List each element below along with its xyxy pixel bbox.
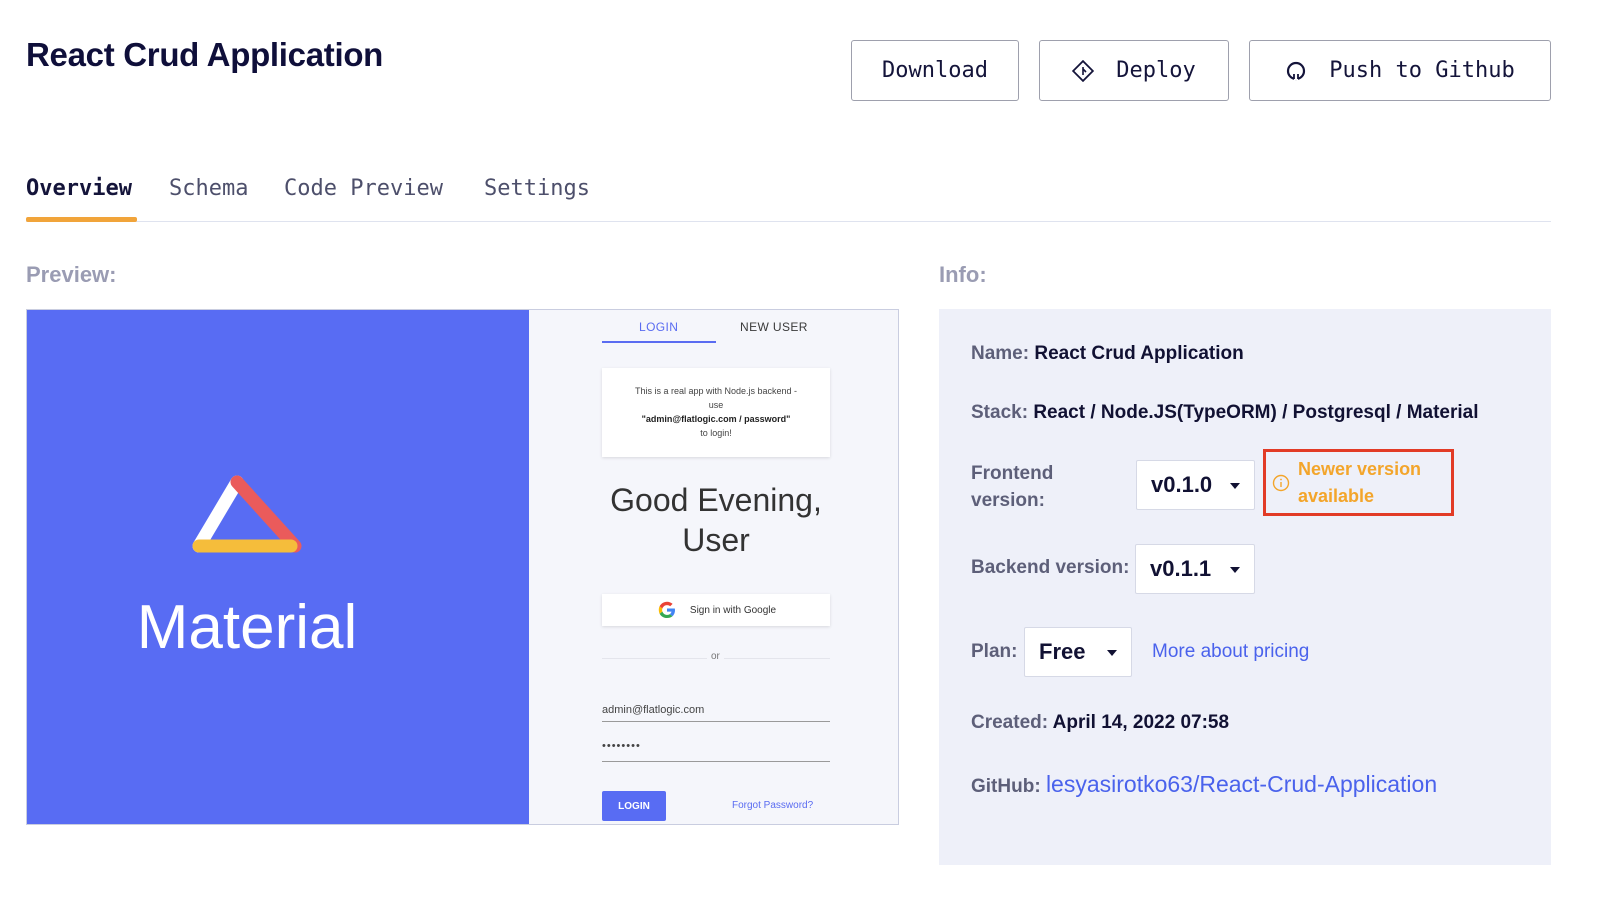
stack-value: React / Node.JS(TypeORM) / Postgresql / … (1033, 402, 1479, 423)
note-line: This is a real app with Node.js backend … (634, 386, 798, 396)
newer-version-text: Newer version available (1298, 456, 1421, 510)
chevron-down-icon (1107, 650, 1117, 656)
material-logo-icon (192, 475, 302, 553)
github-icon (1285, 60, 1307, 82)
download-label: Download (882, 58, 988, 83)
created-row: Created: April 14, 2022 07:58 (971, 712, 1229, 734)
preview-image: Material LOGIN NEW USER This is a real a… (26, 309, 899, 825)
frontend-version-value: v0.1.0 (1151, 472, 1213, 497)
github-label: GitHub: (971, 776, 1041, 797)
name-row: Name: React Crud Application (971, 343, 1244, 365)
preview-tab-new-user: NEW USER (740, 320, 808, 334)
chevron-down-icon (1230, 483, 1240, 489)
pricing-link[interactable]: More about pricing (1152, 641, 1309, 663)
plan-label: Plan: (971, 641, 1018, 662)
tab-settings[interactable]: Settings (484, 176, 590, 201)
note-line: to login! (700, 428, 732, 438)
preview-greeting: Good Evening, User (602, 480, 830, 560)
info-panel: Name: React Crud Application Stack: Reac… (939, 309, 1551, 865)
stack-label: Stack: (971, 402, 1029, 423)
info-heading: Info: (939, 262, 987, 287)
chevron-down-icon (1230, 567, 1240, 573)
active-tab-indicator (26, 217, 137, 222)
backend-label: Backend version: (971, 557, 1130, 578)
preview-tab-indicator (602, 341, 716, 343)
tab-code-preview[interactable]: Code Preview (284, 176, 443, 201)
preview-brand-panel: Material (27, 310, 529, 824)
newer-version-line: Newer version (1298, 458, 1422, 479)
google-button-label: Sign in with Google (689, 604, 777, 616)
name-label: Name: (971, 343, 1030, 364)
plan-value: Free (1039, 639, 1086, 664)
or-label: or (707, 651, 724, 662)
backend-version-value: v0.1.1 (1150, 556, 1212, 581)
preview-login-button: LOGIN (602, 791, 666, 821)
preview-email-field: admin@flatlogic.com (602, 704, 830, 722)
deploy-label: Deploy (1116, 58, 1196, 83)
preview-tab-login: LOGIN (639, 320, 679, 334)
deploy-icon (1072, 59, 1095, 82)
tab-overview[interactable]: Overview (26, 176, 132, 201)
newer-version-line: available (1298, 485, 1375, 506)
plan-select[interactable]: Free (1024, 627, 1132, 677)
tab-bar: Overview Schema Code Preview Settings (26, 160, 1551, 222)
frontend-label: Frontend version: (971, 460, 1053, 514)
preview-password-field: •••••••• (602, 740, 830, 762)
preview-note-card: This is a real app with Node.js backend … (602, 368, 830, 457)
frontend-version-select[interactable]: v0.1.0 (1136, 460, 1255, 510)
page-title: React Crud Application (26, 36, 384, 73)
note-line: use (708, 400, 724, 410)
greeting-line: User (682, 522, 750, 558)
created-label: Created: (971, 712, 1049, 733)
stack-row: Stack: React / Node.JS(TypeORM) / Postgr… (971, 402, 1479, 424)
github-repo-link[interactable]: lesyasirotko63/React-Crud-Application (1046, 771, 1437, 797)
preview-google-button: Sign in with Google (602, 594, 830, 626)
tab-schema[interactable]: Schema (169, 176, 248, 201)
github-row: GitHub: lesyasirotko63/React-Crud-Applic… (971, 771, 1437, 798)
preview-login-panel: LOGIN NEW USER This is a real app with N… (529, 310, 898, 824)
frontend-label-line: version: (971, 490, 1045, 511)
created-value: April 14, 2022 07:58 (1052, 712, 1230, 733)
name-value: React Crud Application (1034, 343, 1244, 364)
frontend-label-line: Frontend (971, 463, 1054, 484)
push-to-github-button[interactable]: Push to Github (1249, 40, 1551, 101)
google-icon (658, 601, 675, 618)
note-line: "admin@flatlogic.com / password" (641, 414, 791, 424)
material-brand-text: Material (136, 593, 358, 662)
greeting-line: Good Evening, (610, 482, 822, 518)
preview-forgot-link: Forgot Password? (732, 800, 814, 811)
download-button[interactable]: Download (851, 40, 1019, 101)
preview-heading: Preview: (26, 262, 117, 287)
newer-version-alert[interactable]: Newer version available (1263, 449, 1454, 516)
github-button-label: Push to Github (1329, 58, 1515, 83)
info-icon (1272, 474, 1290, 491)
backend-version-select[interactable]: v0.1.1 (1135, 544, 1255, 594)
deploy-button[interactable]: Deploy (1039, 40, 1229, 101)
